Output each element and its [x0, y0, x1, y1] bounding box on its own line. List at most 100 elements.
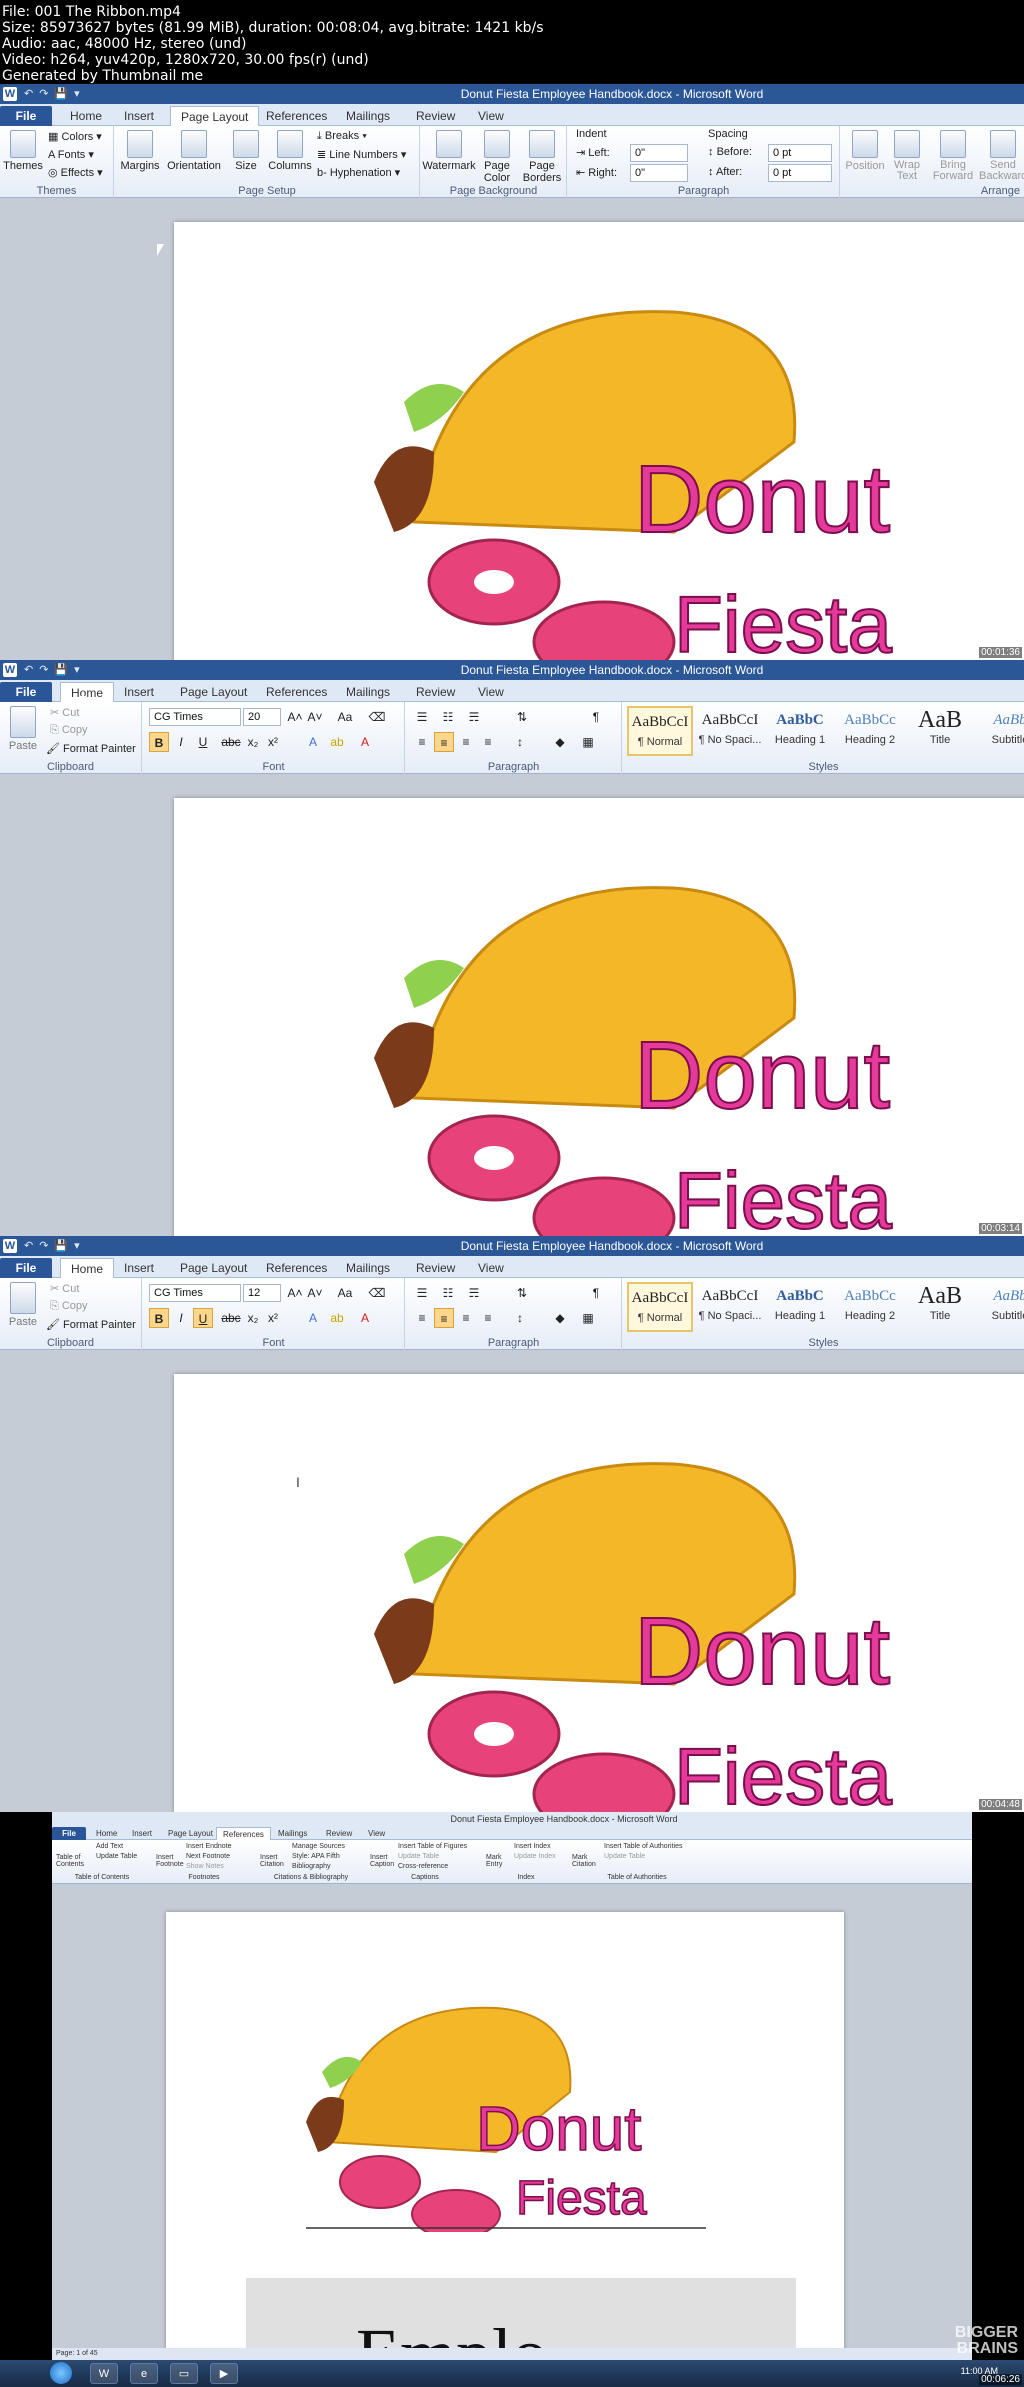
underline-button[interactable]: U [193, 732, 213, 752]
format-painter-button[interactable]: 🖌 Format Painter [46, 742, 136, 755]
tab-home[interactable]: Home [90, 1827, 123, 1840]
tab-insert[interactable]: Insert [114, 106, 164, 126]
fonts-button[interactable]: A Fonts ▾ [48, 148, 94, 161]
bibliography-button[interactable]: Bibliography [292, 1863, 331, 1870]
insert-citation-button[interactable]: Insert Citation [260, 1854, 290, 1868]
italic-button[interactable]: I [171, 1308, 191, 1328]
multilevel-icon[interactable]: ☴ [464, 707, 484, 727]
cut-button[interactable]: ✂ Cut [50, 706, 79, 719]
ie-taskbar-icon[interactable]: e [130, 2363, 158, 2384]
italic-button[interactable]: I [171, 732, 191, 752]
line-numbers-button[interactable]: ≣ Line Numbers ▾ [317, 148, 406, 161]
align-right-icon[interactable]: ≡ [456, 1308, 476, 1328]
style-subtitle[interactable]: AaBbSubtitle [977, 1282, 1024, 1332]
style-select[interactable]: Style: APA Fifth [292, 1853, 340, 1860]
style-no-spacing[interactable]: AaBbCcI ¶ No Spaci... [697, 1282, 763, 1332]
explorer-taskbar-icon[interactable]: ▭ [170, 2363, 198, 2384]
style-normal[interactable]: AaBbCcI ¶ Normal [627, 706, 693, 756]
numbering-icon[interactable]: ☷ [438, 707, 458, 727]
insert-index-button[interactable]: Insert Index [514, 1843, 551, 1850]
copy-button[interactable]: ⎘ Copy [50, 724, 88, 737]
underline-button[interactable]: U [193, 1308, 213, 1328]
subscript-button[interactable]: x₂ [243, 1308, 263, 1328]
font-color-icon[interactable]: A [355, 1308, 375, 1328]
themes-button[interactable]: Themes [0, 126, 46, 172]
tab-review[interactable]: Review [320, 1827, 358, 1840]
sort-icon[interactable]: ⇅ [512, 1283, 532, 1303]
mark-entry-button[interactable]: Mark Entry [486, 1854, 510, 1868]
tab-insert[interactable]: Insert [114, 682, 164, 702]
document-area[interactable]: Donut Fiesta [0, 774, 1024, 1236]
tab-view[interactable]: View [362, 1827, 391, 1840]
tab-references[interactable]: References [216, 1827, 271, 1840]
orientation-button[interactable]: Orientation [163, 126, 225, 172]
shrink-font-icon[interactable]: A˅ [305, 707, 325, 727]
show-marks-icon[interactable]: ¶ [586, 707, 606, 727]
superscript-button[interactable]: x² [263, 1308, 283, 1328]
align-left-icon[interactable]: ≡ [412, 1308, 432, 1328]
grow-font-icon[interactable]: A˄ [285, 707, 305, 727]
insert-endnote-button[interactable]: Insert Endnote [186, 1843, 232, 1850]
tab-view[interactable]: View [468, 106, 514, 126]
paste-button[interactable]: Paste [0, 1278, 46, 1328]
multilevel-icon[interactable]: ☴ [464, 1283, 484, 1303]
clear-format-icon[interactable]: ⌫ [367, 707, 387, 727]
tab-references[interactable]: References [256, 682, 337, 702]
document-page[interactable]: Donut Fiesta Emplo [166, 1912, 844, 2360]
tab-insert[interactable]: Insert [114, 1258, 164, 1278]
superscript-button[interactable]: x² [263, 732, 283, 752]
align-center-icon[interactable]: ≡ [434, 732, 454, 752]
tab-view[interactable]: View [468, 1258, 514, 1278]
format-painter-button[interactable]: 🖌 Format Painter [46, 1318, 136, 1331]
tab-file[interactable]: File [0, 682, 52, 702]
tab-review[interactable]: Review [406, 106, 465, 126]
insert-caption-button[interactable]: Insert Caption [370, 1854, 396, 1868]
next-footnote-button[interactable]: Next Footnote [186, 1853, 230, 1860]
tab-view[interactable]: View [468, 682, 514, 702]
effects-button[interactable]: ◎ Effects ▾ [48, 166, 103, 179]
subscript-button[interactable]: x₂ [243, 732, 263, 752]
style-subtitle[interactable]: AaBbSubtitle [977, 706, 1024, 756]
document-page[interactable]: Donut Fiesta [174, 222, 1024, 660]
send-backward-button[interactable]: Send Backward [979, 126, 1024, 182]
spacing-before-input[interactable]: 0 pt [768, 144, 832, 162]
document-area[interactable]: Donut Fiesta [0, 198, 1024, 660]
wrap-text-button[interactable]: Wrap Text [887, 126, 927, 182]
update-table-figures-button[interactable]: Update Table [398, 1853, 439, 1860]
insert-footnote-button[interactable]: Insert Footnote [156, 1854, 184, 1868]
strikethrough-button[interactable]: abc [221, 732, 241, 752]
tab-review[interactable]: Review [406, 682, 465, 702]
insert-table-of-figures-button[interactable]: Insert Table of Figures [398, 1843, 467, 1850]
bold-button[interactable]: B [149, 732, 169, 752]
align-left-icon[interactable]: ≡ [412, 732, 432, 752]
strikethrough-button[interactable]: abc [221, 1308, 241, 1328]
shrink-font-icon[interactable]: A˅ [305, 1283, 325, 1303]
change-case-icon[interactable]: Aa [335, 1283, 355, 1303]
text-effects-icon[interactable]: A [303, 732, 323, 752]
font-size-select[interactable]: 12 [243, 1284, 281, 1302]
borders-icon[interactable]: ▦ [578, 1308, 598, 1328]
indent-left-input[interactable]: 0" [630, 144, 688, 162]
manage-sources-button[interactable]: Manage Sources [292, 1843, 345, 1850]
tab-file[interactable]: File [0, 1258, 52, 1278]
numbering-icon[interactable]: ☷ [438, 1283, 458, 1303]
line-spacing-icon[interactable]: ↕ [510, 1308, 530, 1328]
columns-button[interactable]: Columns [267, 126, 313, 172]
tab-page-layout[interactable]: Page Layout [170, 1258, 257, 1278]
font-name-select[interactable]: CG Times [149, 708, 241, 726]
justify-icon[interactable]: ≡ [478, 732, 498, 752]
bring-forward-button[interactable]: Bring Forward [929, 126, 977, 182]
tab-page-layout[interactable]: Page Layout [170, 106, 260, 126]
toc-button[interactable]: Table of Contents [56, 1854, 94, 1868]
copy-button[interactable]: ⎘ Copy [50, 1300, 88, 1313]
page-color-button[interactable]: Page Color [475, 126, 519, 184]
tab-references[interactable]: References [256, 1258, 337, 1278]
spacing-after-input[interactable]: 0 pt [768, 164, 832, 182]
style-heading-2[interactable]: AaBbCc Heading 2 [837, 706, 903, 756]
position-button[interactable]: Position [841, 126, 889, 172]
font-color-icon[interactable]: A [355, 732, 375, 752]
update-table-button[interactable]: Update Table [96, 1853, 137, 1860]
sort-icon[interactable]: ⇅ [512, 707, 532, 727]
tab-file[interactable]: File [52, 1827, 86, 1840]
style-heading-1[interactable]: AaBbC Heading 1 [767, 706, 833, 756]
